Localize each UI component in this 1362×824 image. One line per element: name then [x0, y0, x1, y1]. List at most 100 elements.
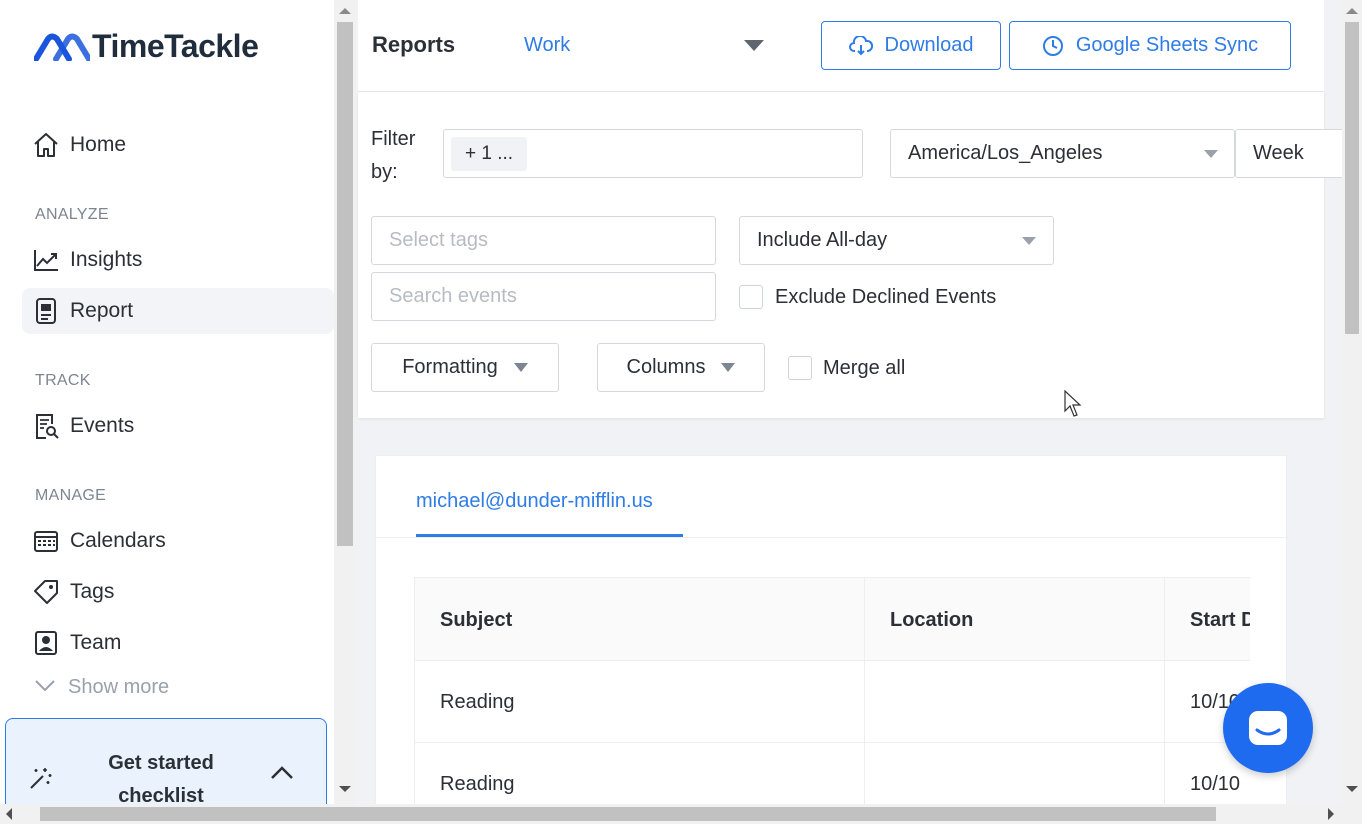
main-content: Reports Work Download Google Sheets Sync…	[356, 0, 1342, 804]
period-select[interactable]: Week	[1235, 129, 1342, 178]
clock-icon	[1042, 35, 1064, 57]
columns-dropdown[interactable]: Columns	[597, 343, 765, 392]
sidebar-item-label: Tags	[70, 580, 115, 603]
google-sheets-sync-button[interactable]: Google Sheets Sync	[1009, 21, 1291, 70]
table-row[interactable]: Reading 10/10	[415, 743, 1250, 804]
tab-user-email[interactable]: michael@dunder-mifflin.us	[416, 490, 653, 513]
formatting-dropdown[interactable]: Formatting	[371, 343, 559, 392]
merge-all-label[interactable]: Merge all	[823, 357, 905, 380]
section-label-manage: MANAGE	[35, 487, 107, 504]
scrollbar-thumb[interactable]	[1345, 22, 1359, 334]
tag-icon	[32, 578, 60, 606]
sidebar-item-events[interactable]: Events	[22, 403, 334, 449]
scroll-up-arrow-icon[interactable]	[339, 8, 351, 14]
sidebar-item-team[interactable]: Team	[22, 620, 334, 666]
sidebar-item-label: Report	[70, 299, 134, 322]
column-header-location[interactable]: Location	[865, 578, 1165, 662]
page-title: Reports	[372, 32, 456, 57]
home-icon	[32, 131, 60, 159]
chat-icon	[1249, 711, 1287, 745]
chart-line-icon	[32, 246, 60, 274]
sidebar-item-label: Insights	[70, 248, 143, 271]
sidebar-item-tags[interactable]: Tags	[22, 569, 334, 615]
scrollbar-thumb[interactable]	[337, 22, 353, 546]
events-search-icon	[32, 412, 60, 440]
divider	[376, 537, 1288, 538]
download-button[interactable]: Download	[821, 21, 1001, 70]
table-header: Subject Location Start D	[415, 577, 1250, 662]
sidebar-item-label: Team	[70, 631, 122, 654]
scroll-down-arrow-icon[interactable]	[1346, 786, 1358, 792]
caret-down-icon	[1204, 150, 1218, 158]
caret-down-icon	[513, 363, 528, 372]
filter-by-label: Filter by:	[371, 128, 416, 183]
checklist-title: Get started checklist	[108, 752, 214, 804]
report-card: michael@dunder-mifflin.us Subject Locati…	[375, 455, 1288, 804]
section-label-track: TRACK	[35, 372, 91, 389]
cloud-download-icon	[848, 35, 873, 56]
scrollbar-thumb[interactable]	[40, 807, 1216, 821]
filter-chip[interactable]: + 1 ...	[451, 136, 528, 171]
sidebar-item-home[interactable]: Home	[22, 122, 334, 168]
team-icon	[32, 629, 60, 657]
report-icon	[32, 297, 60, 325]
page-scrollbar[interactable]	[1342, 0, 1362, 804]
timetackle-logo-icon	[34, 33, 90, 61]
exclude-declined-label[interactable]: Exclude Declined Events	[775, 286, 996, 309]
allday-select[interactable]: Include All-day	[739, 216, 1054, 265]
show-more-toggle[interactable]: Show more	[34, 676, 169, 699]
columns-label: Columns	[626, 356, 706, 378]
sidebar-item-report[interactable]: Report	[22, 288, 334, 334]
section-label-analyze: ANALYZE	[35, 206, 109, 223]
tags-select[interactable]: Select tags	[371, 216, 716, 265]
merge-all-checkbox[interactable]	[788, 356, 812, 380]
sidebar: TimeTackle Home ANALYZE Insights Report …	[0, 0, 334, 804]
calendar-icon	[32, 527, 60, 555]
sidebar-scrollbar[interactable]	[334, 0, 356, 804]
app-name: TimeTackle	[92, 28, 259, 64]
download-label: Download	[884, 34, 974, 56]
chat-launcher-button[interactable]	[1223, 683, 1313, 773]
sidebar-item-label: Home	[70, 133, 127, 156]
period-value: Week	[1253, 142, 1304, 164]
caret-down-icon	[1022, 237, 1036, 245]
scroll-right-arrow-icon[interactable]	[1328, 808, 1334, 820]
tags-placeholder: Select tags	[389, 229, 488, 251]
scroll-up-arrow-icon[interactable]	[1346, 8, 1358, 14]
formatting-label: Formatting	[402, 356, 498, 378]
chevron-up-icon[interactable]	[270, 765, 294, 786]
search-events-input[interactable]: Search events	[371, 272, 716, 321]
sidebar-item-insights[interactable]: Insights	[22, 237, 334, 283]
report-header: Reports Work Download Google Sheets Sync	[358, 0, 1324, 92]
column-header-start[interactable]: Start D	[1165, 578, 1250, 662]
show-more-label: Show more	[68, 676, 170, 698]
column-header-subject[interactable]: Subject	[415, 578, 865, 662]
filter-input[interactable]: + 1 ...	[443, 129, 863, 178]
timezone-value: America/Los_Angeles	[908, 142, 1103, 164]
app-logo[interactable]: TimeTackle	[34, 28, 259, 65]
horizontal-scrollbar[interactable]	[0, 804, 1362, 824]
sidebar-item-label: Events	[70, 414, 135, 437]
search-placeholder: Search events	[389, 285, 517, 307]
workspace-select[interactable]: Work	[524, 34, 570, 57]
report-table: Subject Location Start D Reading 10/10 R…	[414, 577, 1250, 804]
mouse-cursor-icon	[1064, 389, 1084, 423]
magic-wand-icon	[28, 765, 54, 796]
table-row[interactable]: Reading 10/10	[415, 661, 1250, 743]
allday-value: Include All-day	[757, 229, 888, 251]
exclude-declined-checkbox[interactable]	[739, 285, 763, 309]
caret-down-icon[interactable]	[744, 40, 764, 51]
cell-subject: Reading	[415, 743, 865, 804]
sheets-sync-label: Google Sheets Sync	[1075, 34, 1259, 56]
sidebar-item-calendars[interactable]: Calendars	[22, 518, 334, 564]
scroll-down-arrow-icon[interactable]	[339, 786, 351, 792]
caret-down-icon	[721, 363, 736, 372]
get-started-checklist[interactable]: Get started checklist	[5, 718, 327, 804]
filters-panel: Filter by: + 1 ... America/Los_Angeles W…	[358, 92, 1342, 418]
chevron-down-icon	[34, 676, 56, 699]
sidebar-item-label: Calendars	[70, 529, 166, 552]
cell-subject: Reading	[415, 661, 865, 743]
timezone-select[interactable]: America/Los_Angeles	[890, 129, 1235, 178]
cell-location	[865, 743, 1165, 804]
scroll-left-arrow-icon[interactable]	[6, 808, 12, 820]
